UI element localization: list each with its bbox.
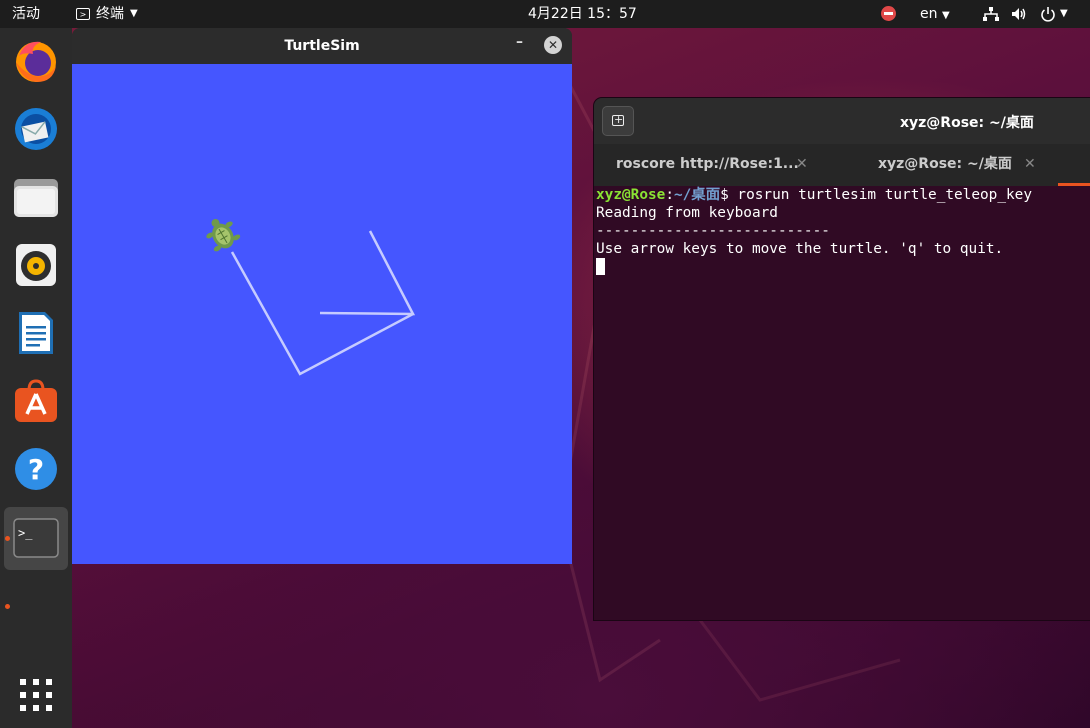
network-icon[interactable] [983, 0, 999, 28]
close-icon[interactable]: ✕ [1024, 144, 1036, 186]
volume-icon[interactable] [1011, 0, 1027, 28]
text-cursor [596, 258, 605, 275]
prompt-symbol: $ [720, 187, 738, 203]
command-line: xyz@Rose:~/桌面$ rosrun turtlesim turtle_t… [596, 186, 1090, 204]
terminal-tab-bar: roscore http://Rose:1... ✕ xyz@Rose: ~/桌… [594, 144, 1090, 186]
thunderbird-icon [15, 108, 57, 150]
close-button[interactable]: ✕ [544, 36, 562, 54]
svg-text:>_: >_ [18, 526, 33, 540]
dock-item-help[interactable]: ? [13, 446, 59, 492]
activities-button[interactable]: 活动 [12, 0, 40, 28]
window-title: TurtleSim [284, 38, 360, 54]
dock-item-software[interactable] [13, 378, 59, 424]
running-indicator [5, 536, 10, 541]
prompt-path: ~/桌面 [673, 187, 721, 203]
dock-item-terminal[interactable]: >_ [13, 515, 59, 561]
tab-desktop[interactable]: xyz@Rose: ~/桌面 [878, 144, 1012, 186]
input-language-button[interactable]: en ▼ [920, 0, 950, 28]
dock: ? >_ [0, 28, 72, 728]
chevron-down-icon: ▼ [941, 10, 950, 21]
close-icon[interactable]: ✕ [796, 144, 808, 186]
minimize-button[interactable]: – [516, 34, 523, 50]
files-icon [14, 179, 58, 217]
terminal-window: xyz@Rose: ~/桌面 roscore http://Rose:1... … [594, 98, 1090, 620]
help-icon: ? [15, 448, 57, 490]
software-icon [15, 379, 57, 422]
command-text: rosrun turtlesim turtle_teleop_key [737, 187, 1032, 203]
prompt-user: xyz@Rose [596, 187, 666, 203]
power-icon[interactable]: ▼ [1040, 0, 1068, 28]
output-line: Reading from keyboard [596, 205, 778, 221]
dock-item-files[interactable] [13, 174, 59, 220]
dock-item-rhythmbox[interactable] [13, 242, 59, 288]
prompt-separator: : [665, 187, 674, 203]
input-language-label: en [920, 6, 938, 22]
cursor-line [596, 258, 1090, 276]
output-line: Use arrow keys to move the turtle. 'q' t… [596, 241, 1004, 257]
turtlesim-window: TurtleSim – ✕ [72, 28, 572, 564]
top-bar: 活动 > 终端 ▼ 4月22日 15：57 en ▼ ▼ [0, 0, 1090, 28]
turtle-icon [206, 219, 241, 252]
terminal-output[interactable]: xyz@Rose:~/桌面$ rosrun turtlesim turtle_t… [596, 186, 1090, 620]
dock-item-firefox[interactable] [13, 38, 59, 84]
do-not-disturb-icon[interactable] [881, 6, 896, 21]
app-menu-button[interactable]: > 终端 ▼ [76, 0, 138, 28]
turtlesim-canvas [72, 64, 572, 564]
terminal-titlebar[interactable]: xyz@Rose: ~/桌面 [594, 98, 1090, 144]
tab-roscore[interactable]: roscore http://Rose:1... [616, 144, 799, 186]
app-menu-label: 终端 [96, 6, 124, 22]
running-indicator [5, 604, 10, 609]
svg-text:?: ? [28, 453, 44, 486]
rhythmbox-icon [16, 244, 56, 286]
dock-item-thunderbird[interactable] [13, 106, 59, 152]
turtlesim-titlebar[interactable]: TurtleSim – ✕ [72, 28, 572, 64]
dock-item-writer[interactable] [13, 310, 59, 356]
chevron-down-icon: ▼ [130, 8, 138, 19]
chevron-down-icon: ▼ [1060, 8, 1068, 19]
grid-icon [20, 679, 52, 711]
terminal-icon: > [76, 8, 90, 20]
terminal-icon: >_ [13, 518, 59, 558]
window-title: xyz@Rose: ~/桌面 [900, 115, 1034, 131]
writer-icon [19, 312, 53, 354]
new-tab-button[interactable] [602, 106, 634, 136]
output-line: --------------------------- [596, 223, 830, 239]
clock[interactable]: 4月22日 15：57 [528, 0, 637, 28]
turtle-path [206, 219, 416, 376]
firefox-icon [16, 41, 56, 82]
show-apps-button[interactable] [13, 672, 59, 718]
